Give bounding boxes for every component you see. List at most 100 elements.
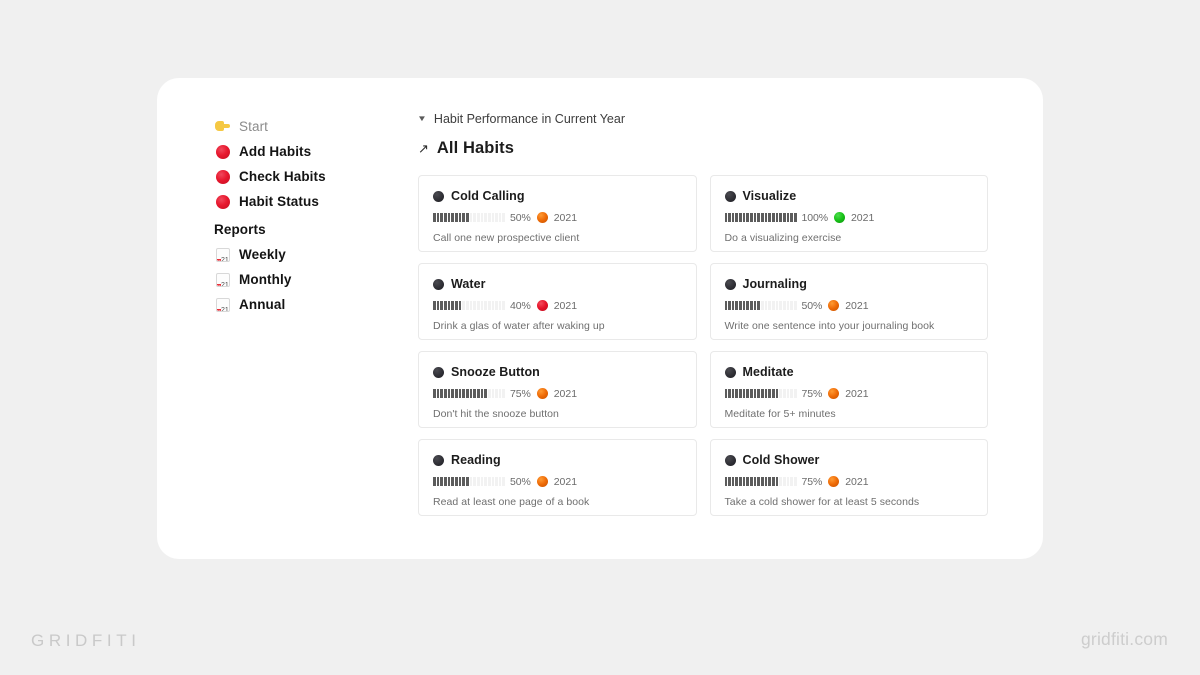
progress-segment (742, 389, 746, 398)
habit-name: Visualize (742, 189, 797, 203)
habit-progress-bar (433, 301, 506, 310)
progress-segment (502, 389, 506, 398)
habit-description: Call one new prospective client (433, 232, 580, 244)
progress-segment (454, 477, 458, 486)
sidebar: Start Add Habits Check Habits Habit Status … (157, 78, 362, 559)
habit-card[interactable]: Snooze Button 75% 2021 Don't hit the snooze… (418, 351, 697, 428)
progress-segment (757, 301, 761, 310)
red-circle-icon (214, 168, 231, 185)
habit-card-header: Cold Shower (724, 453, 974, 467)
progress-segment (447, 301, 451, 310)
progress-segment (436, 477, 440, 486)
habit-card-header: Snooze Button (433, 365, 682, 379)
habit-name: Meditate (742, 365, 794, 379)
app-panel: Start Add Habits Check Habits Habit Status … (157, 78, 1043, 559)
progress-segment (790, 301, 793, 310)
progress-segment (728, 301, 731, 310)
progress-segment (495, 213, 498, 222)
habit-year: 2021 (553, 299, 578, 312)
chevron-down-icon[interactable]: ▼ (417, 115, 427, 123)
sidebar-item-weekly[interactable]: JUL21 Weekly (214, 242, 362, 267)
sidebar-item-label: Annual (239, 297, 286, 312)
sidebar-item-monthly[interactable]: JUL21 Monthly (214, 267, 362, 292)
progress-segment (451, 213, 454, 222)
habit-percent: 40% (510, 299, 531, 312)
sidebar-item-label: Monthly (239, 272, 292, 287)
progress-segment (768, 301, 772, 310)
arrow-up-right-icon: ↗ (418, 141, 429, 156)
habit-progress-row: 50% 2021 (724, 300, 974, 312)
progress-segment (761, 301, 764, 310)
progress-segment (731, 477, 735, 486)
progress-segment (790, 213, 793, 222)
sidebar-item-label: Start (239, 119, 269, 134)
status-dot-orange (828, 476, 840, 487)
habit-card[interactable]: Journaling 50% 2021 Write one sentence into… (709, 263, 988, 340)
sidebar-item-start[interactable]: Start (214, 114, 362, 139)
progress-segment (783, 301, 786, 310)
progress-segment (728, 389, 731, 398)
progress-segment (480, 389, 484, 398)
calendar-icon: JUL21 (214, 246, 231, 263)
sidebar-item-add-habits[interactable]: Add Habits (214, 139, 362, 164)
progress-segment (465, 213, 469, 222)
progress-segment (724, 213, 728, 222)
status-dot-green (833, 212, 845, 223)
habit-card[interactable]: Cold Calling 50% 2021 Call one new prospect… (418, 175, 697, 252)
progress-segment (764, 301, 768, 310)
sidebar-item-check-habits[interactable]: Check Habits (214, 164, 362, 189)
page-title-row[interactable]: ↗ All Habits (418, 139, 988, 158)
progress-segment (454, 301, 458, 310)
habit-card-header: Reading (433, 453, 682, 467)
habit-card[interactable]: Meditate 75% 2021 Meditate for 5+ minutes (709, 351, 988, 428)
progress-segment (753, 477, 757, 486)
progress-segment (465, 477, 469, 486)
progress-segment (764, 477, 768, 486)
habit-card[interactable]: Cold Shower 75% 2021 Take a cold shower for… (709, 439, 988, 516)
page-title: All Habits (436, 139, 515, 157)
progress-segment (469, 477, 473, 486)
progress-segment (775, 213, 779, 222)
progress-segment (436, 389, 440, 398)
progress-segment (793, 389, 797, 398)
progress-segment (447, 477, 451, 486)
progress-segment (779, 213, 782, 222)
breadcrumb[interactable]: ▼ Habit Performance in Current Year (417, 112, 988, 126)
progress-segment (487, 213, 491, 222)
calendar-icon: JUL21 (214, 271, 231, 288)
progress-segment (443, 213, 447, 222)
status-dot-orange (536, 388, 548, 399)
progress-segment (779, 301, 782, 310)
habit-year: 2021 (845, 387, 869, 400)
black-circle-icon (724, 366, 736, 378)
progress-segment (757, 477, 761, 486)
progress-segment (436, 301, 440, 310)
habit-name: Snooze Button (451, 365, 540, 379)
habit-card[interactable]: Water 40% 2021 Drink a glas of water after … (418, 263, 697, 340)
progress-segment (484, 213, 487, 222)
habit-progress-bar (724, 477, 797, 486)
sidebar-item-annual[interactable]: JUL21 Annual (214, 292, 362, 317)
habit-percent: 50% (510, 211, 531, 224)
habit-card[interactable]: Reading 50% 2021 Read at least one page of … (418, 439, 697, 516)
progress-segment (768, 477, 772, 486)
progress-segment (480, 213, 484, 222)
progress-segment (742, 477, 746, 486)
habit-card[interactable]: Visualize 100% 2021 Do a visualizing exerci… (709, 175, 988, 252)
progress-segment (779, 389, 782, 398)
progress-segment (739, 389, 742, 398)
sidebar-item-label: Check Habits (239, 169, 326, 184)
progress-segment (750, 477, 753, 486)
progress-segment (735, 389, 739, 398)
progress-segment (458, 301, 462, 310)
progress-segment (775, 389, 779, 398)
progress-segment (487, 301, 491, 310)
sidebar-item-habit-status[interactable]: Habit Status (214, 189, 362, 214)
habit-year: 2021 (845, 475, 869, 488)
progress-segment (465, 301, 469, 310)
red-circle-icon (214, 193, 231, 210)
breadcrumb-label: Habit Performance in Current Year (433, 112, 625, 126)
progress-segment (473, 301, 476, 310)
sidebar-item-label: Weekly (239, 247, 286, 262)
progress-segment (735, 477, 739, 486)
